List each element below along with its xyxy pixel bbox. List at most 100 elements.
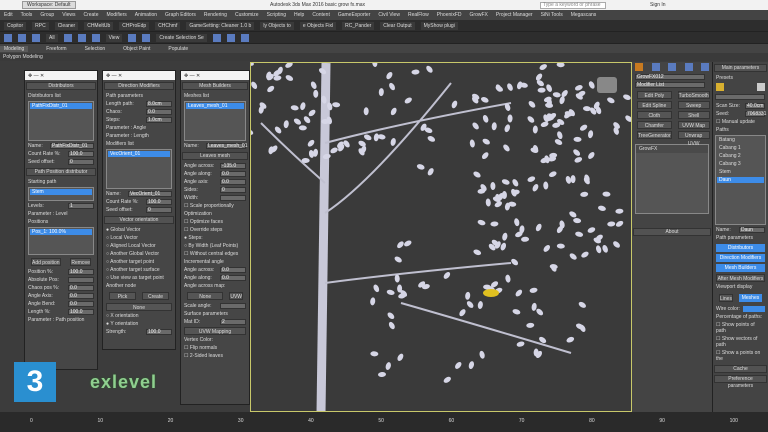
ribbon-tab[interactable]: Object Paint [123, 46, 150, 52]
field[interactable]: VecOrient_01 [128, 191, 172, 197]
redo-icon[interactable] [18, 33, 26, 42]
field[interactable] [68, 277, 94, 283]
rollout-main[interactable]: Main parameters [714, 64, 767, 72]
menu-item[interactable]: Megascans [571, 12, 597, 18]
menu-item[interactable]: PhoenixFD [437, 12, 462, 18]
undo-icon[interactable] [4, 33, 12, 42]
rollout-cache[interactable]: Cache [714, 365, 767, 373]
modifier-button[interactable]: TreeGenerator [637, 131, 672, 139]
menu-item[interactable]: GrowFX [470, 12, 488, 18]
select-icon[interactable] [63, 33, 72, 42]
toolbar-button[interactable]: Clear Output [380, 21, 415, 30]
menu-item[interactable]: RealFlow [408, 12, 429, 18]
field[interactable]: 1.0cm [146, 117, 172, 123]
search-input[interactable]: Type a keyword or phrase [540, 1, 606, 9]
after-mesh-button[interactable]: After Mesh Modifiers [716, 274, 765, 282]
label[interactable]: Position %: [28, 269, 53, 275]
toolbar-button[interactable]: CHProEdp [119, 21, 150, 30]
y-orientation-radio[interactable]: ● Y orientation [103, 320, 175, 328]
toolbar-button[interactable]: CHChmf [155, 21, 181, 30]
positions-list[interactable]: Pos_1: 100.0% [28, 227, 94, 255]
list-item[interactable]: Stem [30, 189, 92, 195]
render-setup-icon[interactable] [226, 33, 235, 42]
create-button[interactable]: Create [142, 292, 169, 300]
checkbox[interactable]: ☐ Manual update [713, 118, 768, 126]
remove-button[interactable]: Remove [70, 258, 91, 266]
modifier-button[interactable]: Shell [677, 111, 710, 119]
field[interactable]: 100.0 [146, 329, 172, 335]
field[interactable]: 0 [146, 207, 172, 213]
rotate-icon[interactable] [91, 33, 100, 42]
field[interactable]: Daun [739, 227, 765, 233]
list-item[interactable]: Pos_1: 100.0% [30, 229, 92, 235]
field[interactable]: 8.0cm [146, 101, 172, 107]
checkbox[interactable]: ☐ Show vectors of path [713, 335, 768, 349]
menu-item[interactable]: Group [40, 12, 54, 18]
window-titlebar[interactable]: ✥ — ✕ [103, 71, 175, 80]
toolbar-button[interactable]: MyShow plugi [420, 21, 458, 30]
field[interactable]: 7068331 [745, 111, 766, 117]
reference-coord[interactable]: View [105, 33, 123, 42]
menu-item[interactable]: Tools [21, 12, 33, 18]
field[interactable]: 100.0 [68, 309, 94, 315]
meshes-button[interactable]: Meshes [738, 294, 762, 302]
vector-option-radio[interactable]: ○ Another target point [103, 258, 175, 266]
move-icon[interactable] [77, 33, 86, 42]
rollout-leaves[interactable]: Leaves mesh [182, 152, 248, 160]
modifier-button[interactable]: Unwrap UVW [677, 131, 710, 147]
toolbar-button[interactable]: CHMeltUb [84, 21, 114, 30]
path-item[interactable]: Cabang 3 [716, 160, 765, 168]
toolbar-button[interactable]: RPC [32, 21, 49, 30]
label[interactable]: Parameter : Path position [25, 316, 97, 324]
menu-item[interactable]: Edit [4, 12, 13, 18]
field[interactable]: 100.0 [146, 199, 172, 205]
modifier-button[interactable]: TurboSmooth [677, 91, 710, 99]
named-selection[interactable]: Create Selection Se [156, 33, 207, 42]
mirror-icon[interactable] [142, 33, 151, 42]
modifier-button[interactable]: Edit Spline [637, 101, 672, 109]
rollout-distributors[interactable]: Distributors [26, 82, 96, 90]
window-titlebar[interactable]: ✥ — ✕ [25, 71, 97, 80]
menu-item[interactable]: GameExporter [338, 12, 371, 18]
render-icon[interactable] [240, 33, 249, 42]
field[interactable]: 2 [220, 319, 246, 325]
label[interactable]: Parameter : Level [25, 210, 97, 218]
field[interactable] [220, 195, 246, 201]
vector-option-radio[interactable]: ○ Another Global Vector [103, 250, 175, 258]
perspective-viewport[interactable] [250, 62, 632, 412]
path-item[interactable]: Cabang 2 [716, 152, 765, 160]
label[interactable]: Parameter : Angle [103, 124, 175, 132]
rollout-direction[interactable]: Direction Modifiers [104, 82, 174, 90]
path-item[interactable]: Stem [716, 168, 765, 176]
checkbox[interactable]: ☐ Override steps [181, 226, 249, 234]
vector-option-radio[interactable]: ● Global Vector [103, 226, 175, 234]
vector-option-radio[interactable]: ○ Aligned Local Vector [103, 242, 175, 250]
count-field[interactable]: 100.0 [68, 151, 94, 157]
field[interactable]: 100.0 [68, 269, 94, 275]
motion-tab-icon[interactable] [684, 63, 693, 71]
vector-option-radio[interactable]: ○ Another target surface [103, 266, 175, 274]
vector-option-radio[interactable]: ○ Local Vector [103, 234, 175, 242]
open-folder-icon[interactable] [716, 83, 724, 91]
meshes-list[interactable]: Leaves_mesh_01 [184, 101, 246, 141]
wire-color-swatch[interactable] [743, 306, 765, 312]
add-position-button[interactable]: Add position [31, 258, 61, 266]
field[interactable]: 0.0 [146, 109, 172, 115]
lines-button[interactable]: Lines [719, 294, 733, 302]
modifier-button[interactable]: Chamfer [637, 121, 672, 129]
checkbox[interactable]: ☐ Show a points on the [713, 349, 768, 363]
selection-filter[interactable]: All [46, 33, 58, 42]
modifier-button[interactable]: Cloth [637, 111, 672, 119]
path-item[interactable]: Batang [716, 136, 765, 144]
menu-item[interactable]: Customize [235, 12, 259, 18]
create-tab-icon[interactable] [635, 63, 643, 71]
object-name-field[interactable]: GrowFX012 [635, 74, 705, 80]
list-item[interactable]: PathFixDistr_01 [30, 103, 92, 109]
field[interactable]: 0.0 [220, 179, 246, 185]
toolbar-button[interactable]: RC_Pander [342, 21, 375, 30]
ribbon-tab[interactable]: Freeform [46, 46, 66, 52]
menu-item[interactable]: Views [62, 12, 75, 18]
radio[interactable]: ○ By Width (Leaf Points) [181, 242, 249, 250]
path-item[interactable]: Cabang 1 [716, 144, 765, 152]
menu-item[interactable]: Animation [135, 12, 157, 18]
